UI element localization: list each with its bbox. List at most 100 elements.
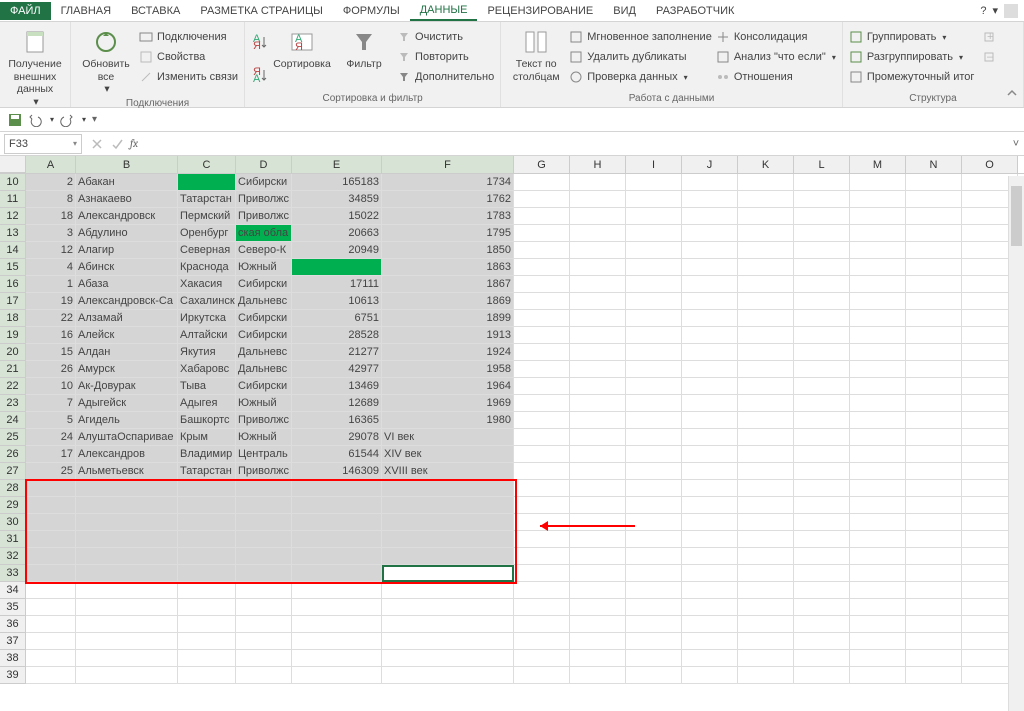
cell[interactable]: 22 (26, 310, 76, 327)
cell[interactable] (682, 446, 738, 463)
cell[interactable] (292, 259, 382, 276)
cell[interactable] (26, 582, 76, 599)
cell[interactable]: 12689 (292, 395, 382, 412)
cell[interactable] (906, 378, 962, 395)
cell[interactable] (570, 531, 626, 548)
cell[interactable] (626, 378, 682, 395)
cell[interactable] (26, 531, 76, 548)
cell[interactable] (738, 565, 794, 582)
cell[interactable]: Дальневс (236, 361, 292, 378)
user-dropdown-icon[interactable]: ▾ (992, 4, 998, 17)
hide-detail-button[interactable]: – (984, 48, 998, 66)
cell[interactable] (514, 633, 570, 650)
cell[interactable] (682, 225, 738, 242)
cell[interactable]: 17 (26, 446, 76, 463)
cell[interactable] (682, 191, 738, 208)
col-header-M[interactable]: M (850, 156, 906, 173)
cell[interactable] (292, 531, 382, 548)
cell[interactable]: ская обла (236, 225, 292, 242)
cell[interactable] (850, 480, 906, 497)
filter-button[interactable]: Фильтр (335, 24, 393, 91)
cell[interactable] (682, 378, 738, 395)
relations-button[interactable]: Отношения (716, 68, 836, 86)
cell[interactable]: 21277 (292, 344, 382, 361)
cell[interactable] (570, 599, 626, 616)
tab-data[interactable]: ДАННЫЕ (410, 1, 478, 21)
cell[interactable] (738, 412, 794, 429)
cell[interactable] (236, 616, 292, 633)
tab-home[interactable]: ГЛАВНАЯ (51, 2, 121, 20)
user-avatar[interactable] (1004, 4, 1018, 18)
cell[interactable] (292, 633, 382, 650)
cell[interactable] (906, 514, 962, 531)
cell[interactable] (178, 531, 236, 548)
cell[interactable]: 15 (26, 344, 76, 361)
row-header[interactable]: 24 (0, 412, 26, 429)
cell[interactable] (570, 497, 626, 514)
redo-dropdown-icon[interactable]: ▾ (82, 115, 86, 124)
cell[interactable] (738, 225, 794, 242)
connections-button[interactable]: Подключения (139, 28, 238, 46)
cell[interactable] (292, 599, 382, 616)
cell[interactable] (236, 650, 292, 667)
cell[interactable] (570, 327, 626, 344)
cell[interactable] (626, 242, 682, 259)
cell[interactable] (514, 565, 570, 582)
cell[interactable] (738, 667, 794, 684)
cell[interactable]: Централь (236, 446, 292, 463)
enter-formula-icon[interactable] (110, 137, 124, 151)
cell[interactable] (850, 667, 906, 684)
cell[interactable]: Дальневс (236, 344, 292, 361)
cell[interactable]: Крым (178, 429, 236, 446)
col-header-H[interactable]: H (570, 156, 626, 173)
cell[interactable] (682, 582, 738, 599)
cell[interactable] (178, 548, 236, 565)
cell[interactable] (26, 565, 76, 582)
cell[interactable]: Алдан (76, 344, 178, 361)
ungroup-button[interactable]: Разгруппировать▾ (849, 48, 975, 66)
cell[interactable] (738, 497, 794, 514)
cell[interactable] (738, 395, 794, 412)
cell[interactable] (26, 497, 76, 514)
cell[interactable] (738, 429, 794, 446)
cell[interactable] (514, 225, 570, 242)
cell[interactable] (906, 531, 962, 548)
cell[interactable] (794, 378, 850, 395)
cell[interactable]: 1 (26, 276, 76, 293)
cell[interactable] (570, 480, 626, 497)
cell[interactable]: 1969 (382, 395, 514, 412)
cell[interactable] (738, 633, 794, 650)
cell[interactable] (794, 327, 850, 344)
cell[interactable] (76, 531, 178, 548)
cell[interactable] (382, 633, 514, 650)
cell[interactable] (794, 582, 850, 599)
cell[interactable] (738, 378, 794, 395)
cell[interactable] (794, 293, 850, 310)
cell[interactable] (382, 531, 514, 548)
cell[interactable] (850, 344, 906, 361)
collapse-ribbon-icon[interactable] (1005, 86, 1019, 103)
cell[interactable] (626, 480, 682, 497)
cell[interactable] (178, 565, 236, 582)
cell[interactable] (626, 429, 682, 446)
cell[interactable] (906, 548, 962, 565)
cell[interactable] (626, 191, 682, 208)
cell[interactable] (236, 497, 292, 514)
cell[interactable] (794, 463, 850, 480)
cell[interactable] (906, 191, 962, 208)
cell[interactable] (626, 616, 682, 633)
col-header-C[interactable]: C (178, 156, 236, 173)
cell[interactable]: 1783 (382, 208, 514, 225)
cell[interactable] (906, 633, 962, 650)
cell[interactable] (514, 514, 570, 531)
col-header-L[interactable]: L (794, 156, 850, 173)
cell[interactable] (794, 310, 850, 327)
cell[interactable] (626, 293, 682, 310)
cell[interactable] (570, 174, 626, 191)
cell[interactable]: 7 (26, 395, 76, 412)
cell[interactable] (382, 616, 514, 633)
cell[interactable] (514, 361, 570, 378)
cell[interactable] (514, 548, 570, 565)
cell[interactable] (570, 191, 626, 208)
cell[interactable] (906, 616, 962, 633)
